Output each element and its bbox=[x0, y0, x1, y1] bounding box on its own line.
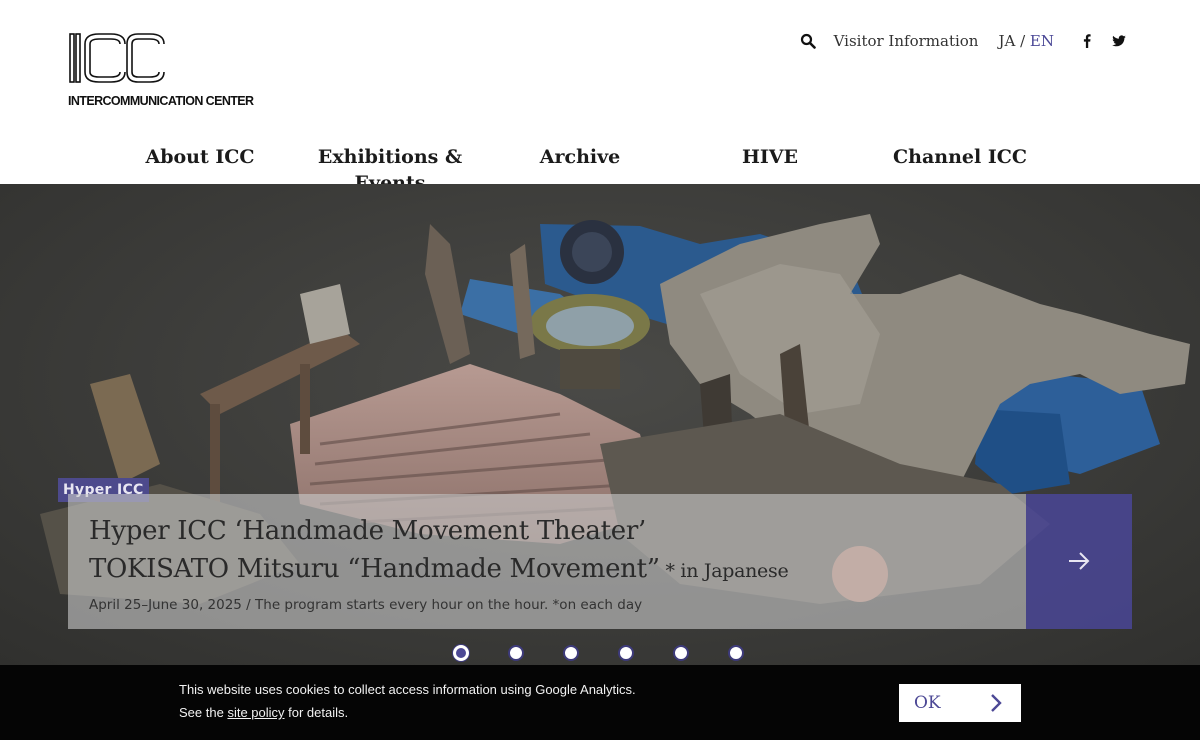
slide-title-note: * in Japanese bbox=[659, 560, 789, 582]
icc-logo[interactable]: INTERCOMMUNICATION CENTER bbox=[67, 32, 277, 112]
facebook-icon[interactable] bbox=[1080, 34, 1094, 48]
lang-ja-link[interactable]: JA bbox=[998, 32, 1015, 50]
twitter-icon[interactable] bbox=[1112, 34, 1126, 48]
utility-nav: Visitor Information JA / EN bbox=[800, 30, 1126, 52]
slide-caption[interactable]: Hyper ICC ‘Handmade Movement Theater’ TO… bbox=[68, 494, 1026, 629]
cookie-policy-text: See the site policy for details. bbox=[179, 705, 348, 720]
chevron-right-icon bbox=[991, 694, 1002, 712]
lang-separator: / bbox=[1015, 32, 1030, 50]
logo-subtitle: INTERCOMMUNICATION CENTER bbox=[68, 94, 254, 108]
slide-dot-4[interactable] bbox=[618, 645, 634, 661]
cookie-ok-label: OK bbox=[914, 693, 941, 713]
slide-title-line2: TOKISATO Mitsuru “Handmade Movement” * i… bbox=[89, 554, 789, 584]
search-icon[interactable] bbox=[800, 33, 816, 49]
cookie-message: This website uses cookies to collect acc… bbox=[179, 682, 636, 697]
slide-title-line1: Hyper ICC ‘Handmade Movement Theater’ bbox=[89, 516, 646, 546]
cookie-policy-post: for details. bbox=[284, 705, 349, 720]
slide-dot-5[interactable] bbox=[673, 645, 689, 661]
arrow-right-icon bbox=[1069, 552, 1090, 570]
hero-slider: Hyper ICC Hyper ICC ‘Handmade Movement T… bbox=[0, 184, 1200, 740]
slide-date: April 25–June 30, 2025 / The program sta… bbox=[89, 597, 643, 613]
language-switcher: JA / EN bbox=[998, 32, 1054, 50]
slide-pagination bbox=[453, 645, 744, 661]
site-header: INTERCOMMUNICATION CENTER Visitor Inform… bbox=[0, 0, 1200, 206]
slide-dot-2[interactable] bbox=[508, 645, 524, 661]
site-policy-link[interactable]: site policy bbox=[227, 705, 284, 720]
slide-title-main: TOKISATO Mitsuru “Handmade Movement” bbox=[89, 554, 660, 584]
slide-dot-1[interactable] bbox=[453, 645, 469, 661]
cookie-policy-pre: See the bbox=[179, 705, 228, 720]
icc-logo-mark bbox=[69, 33, 165, 83]
next-slide-button[interactable] bbox=[1026, 494, 1132, 629]
cookie-banner: This website uses cookies to collect acc… bbox=[0, 665, 1200, 740]
slide-dot-6[interactable] bbox=[728, 645, 744, 661]
visitor-information-link[interactable]: Visitor Information bbox=[834, 32, 979, 50]
slide-dot-3[interactable] bbox=[563, 645, 579, 661]
cookie-ok-button[interactable]: OK bbox=[899, 684, 1021, 722]
lang-en-link[interactable]: EN bbox=[1030, 32, 1054, 50]
